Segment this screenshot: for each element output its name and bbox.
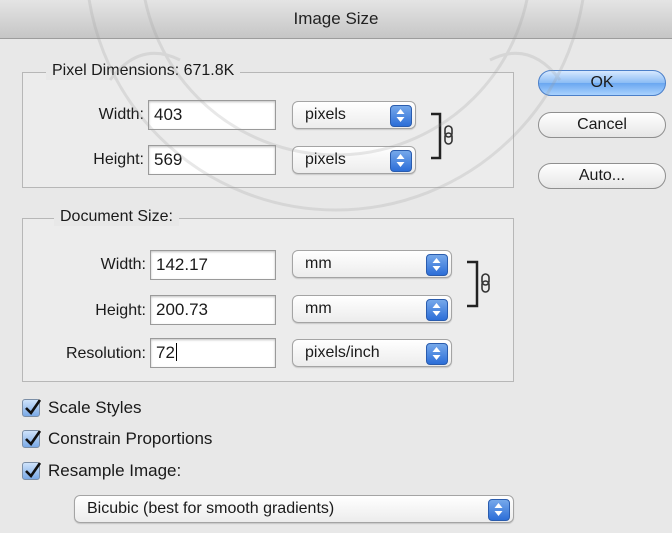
pixel-width-field[interactable]: 403 <box>148 100 276 130</box>
resolution-value: 72 <box>156 343 175 362</box>
title-bar[interactable]: Image Size <box>0 0 672 39</box>
pixel-width-unit-label: pixels <box>305 106 346 123</box>
resample-image-label: Resample Image: <box>48 461 182 480</box>
resample-method-label: Bicubic (best for smooth gradients) <box>87 500 335 517</box>
pixel-height-label: Height: <box>93 151 144 168</box>
pixel-width-label: Width: <box>98 106 144 123</box>
up-down-arrows-icon <box>390 105 412 127</box>
window-title: Image Size <box>293 9 379 28</box>
text-caret <box>175 343 177 361</box>
scale-styles-label: Scale Styles <box>48 398 142 417</box>
scale-styles-checkbox[interactable] <box>22 399 42 417</box>
document-width-unit-select[interactable]: mm <box>292 250 452 278</box>
resolution-field[interactable]: 72 <box>150 338 276 368</box>
constrain-proportions-option[interactable]: Constrain Proportions <box>22 427 212 451</box>
pixel-width-unit-select[interactable]: pixels <box>292 101 416 129</box>
resample-image-checkbox[interactable] <box>22 462 42 480</box>
resolution-unit-select[interactable]: pixels/inch <box>292 339 452 367</box>
document-height-field[interactable]: 200.73 <box>150 295 276 325</box>
document-width-label: Width: <box>100 256 146 273</box>
document-height-label: Height: <box>95 302 146 319</box>
document-height-unit-label: mm <box>305 300 332 317</box>
resolution-unit-label: pixels/inch <box>305 344 380 361</box>
document-height-unit-select[interactable]: mm <box>292 295 452 323</box>
chain-link-icon[interactable] <box>464 260 504 310</box>
scale-styles-option[interactable]: Scale Styles <box>22 396 142 420</box>
up-down-arrows-icon <box>426 254 448 276</box>
up-down-arrows-icon <box>390 150 412 172</box>
document-width-field[interactable]: 142.17 <box>150 250 276 280</box>
document-size-legend: Document Size: <box>54 208 179 226</box>
pixel-height-unit-label: pixels <box>305 151 346 168</box>
chain-link-icon[interactable] <box>428 112 468 162</box>
resample-method-select[interactable]: Bicubic (best for smooth gradients) <box>74 495 514 523</box>
up-down-arrows-icon <box>426 299 448 321</box>
checkmark-icon <box>25 462 42 479</box>
auto-button[interactable]: Auto... <box>538 163 666 189</box>
checkmark-icon <box>25 430 42 447</box>
up-down-arrows-icon <box>488 499 510 521</box>
resample-image-option[interactable]: Resample Image: <box>22 459 181 483</box>
up-down-arrows-icon <box>426 343 448 365</box>
cancel-button[interactable]: Cancel <box>538 112 666 138</box>
constrain-proportions-label: Constrain Proportions <box>48 429 213 448</box>
pixel-dimensions-legend: Pixel Dimensions: 671.8K <box>46 62 241 80</box>
constrain-proportions-checkbox[interactable] <box>22 430 42 448</box>
checkmark-icon <box>25 399 42 416</box>
ok-button[interactable]: OK <box>538 70 666 96</box>
pixel-height-unit-select[interactable]: pixels <box>292 146 416 174</box>
resolution-label: Resolution: <box>65 345 146 362</box>
pixel-height-field[interactable]: 569 <box>148 145 276 175</box>
document-width-unit-label: mm <box>305 255 332 272</box>
